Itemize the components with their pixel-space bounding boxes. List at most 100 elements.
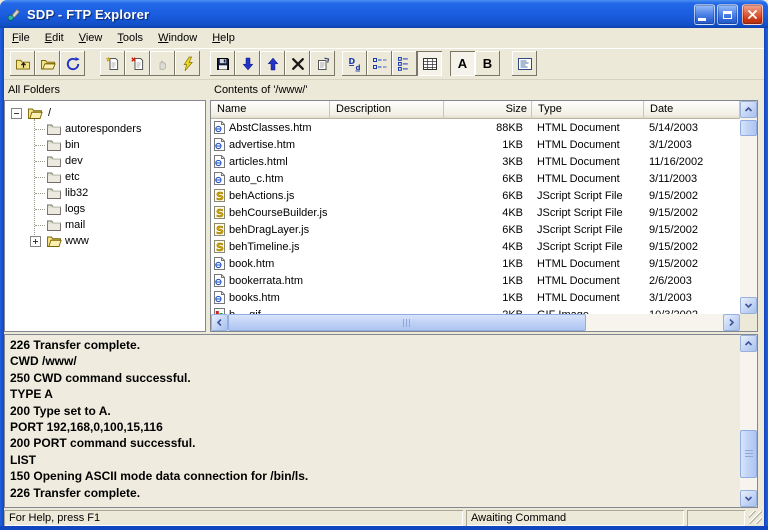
- file-date: 5/14/2003: [644, 122, 740, 134]
- file-name: behCourseBuilder.js: [229, 207, 327, 219]
- column-header-type[interactable]: Type: [532, 101, 644, 119]
- minimize-icon: [698, 18, 706, 21]
- file-row[interactable]: SbehTimeline.js4KBJScript Script File9/1…: [211, 238, 740, 255]
- column-header-size[interactable]: Size: [444, 101, 532, 119]
- upload-button[interactable]: [260, 51, 285, 76]
- vertical-scroll-thumb[interactable]: [740, 120, 757, 136]
- save-button[interactable]: [210, 51, 235, 76]
- menu-tools[interactable]: Tools: [110, 30, 150, 46]
- file-size: 1KB: [444, 139, 532, 151]
- horizontal-scroll-thumb[interactable]: [228, 314, 586, 331]
- column-header-description[interactable]: Description: [330, 101, 444, 119]
- js-file-icon: S: [213, 205, 226, 220]
- new-file-button[interactable]: [100, 51, 125, 76]
- delete-button[interactable]: [285, 51, 310, 76]
- binary-mode-label: B: [483, 56, 492, 71]
- close-button[interactable]: [742, 4, 763, 25]
- maximize-button[interactable]: [717, 4, 738, 25]
- file-row[interactable]: b….gif2KBGIF Image10/3/2002: [211, 306, 740, 314]
- log-vertical-scrollbar[interactable]: [740, 335, 757, 507]
- column-header-name[interactable]: Name: [211, 101, 330, 119]
- file-row[interactable]: AbstClasses.htm88KBHTML Document5/14/200…: [211, 119, 740, 136]
- details-view-button[interactable]: [417, 51, 442, 76]
- small-icons-view-button[interactable]: [367, 51, 392, 76]
- file-list-horizontal-scrollbar[interactable]: [211, 314, 740, 331]
- file-date: 3/1/2003: [644, 139, 740, 151]
- file-rows: AbstClasses.htm88KBHTML Document5/14/200…: [211, 119, 740, 314]
- log-line: PORT 192,168,0,100,15,116: [10, 419, 736, 435]
- log-scroll-thumb[interactable]: [740, 430, 757, 478]
- chevron-left-icon: [214, 317, 225, 328]
- scrollbar-corner: [740, 314, 757, 331]
- log-window-icon: [517, 56, 533, 72]
- properties-icon: [315, 56, 331, 72]
- stop-transfer-button[interactable]: [150, 51, 175, 76]
- ascii-mode-button[interactable]: A: [450, 51, 475, 76]
- download-button[interactable]: [235, 51, 260, 76]
- file-row[interactable]: advertise.htm1KBHTML Document3/1/2003: [211, 136, 740, 153]
- thumb-grip: [403, 319, 411, 327]
- file-row[interactable]: SbehActions.js6KBJScript Script File9/15…: [211, 187, 740, 204]
- window-border-bottom: [0, 526, 768, 530]
- log-window-button[interactable]: [512, 51, 537, 76]
- tree-item-www[interactable]: www: [5, 233, 205, 249]
- expand-toggle[interactable]: [30, 236, 41, 247]
- quick-connect-button[interactable]: [175, 51, 200, 76]
- large-icons-view-button[interactable]: Dd: [342, 51, 367, 76]
- log-line: 150 Opening ASCII mode data connection f…: [10, 468, 736, 484]
- file-list-vertical-scrollbar[interactable]: [740, 101, 757, 314]
- file-row[interactable]: SbehCourseBuilder.js4KBJScript Script Fi…: [211, 204, 740, 221]
- window-border-left: [0, 28, 4, 530]
- tree-connector: [35, 193, 45, 194]
- delete-file-button[interactable]: [125, 51, 150, 76]
- js-file-icon: S: [213, 188, 226, 203]
- binary-mode-button[interactable]: B: [475, 51, 500, 76]
- file-size: 1KB: [444, 258, 532, 270]
- html-file-icon: [213, 171, 226, 186]
- file-row[interactable]: SbehDragLayer.js6KBJScript Script File9/…: [211, 221, 740, 238]
- file-row[interactable]: bookerrata.htm1KBHTML Document2/6/2003: [211, 272, 740, 289]
- open-connection-button[interactable]: [35, 51, 60, 76]
- menu-help[interactable]: Help: [205, 30, 242, 46]
- file-row[interactable]: auto_c.htm6KBHTML Document3/11/2003: [211, 170, 740, 187]
- log-scroll-up-button[interactable]: [740, 335, 757, 352]
- tree-item-label: dev: [65, 154, 83, 168]
- html-file-icon: [213, 256, 226, 271]
- tree-item-root[interactable]: /: [5, 105, 205, 121]
- file-date: 9/15/2002: [644, 258, 740, 270]
- menu-window[interactable]: Window: [151, 30, 204, 46]
- file-delete-icon: [130, 56, 146, 72]
- log-scroll-down-button[interactable]: [740, 490, 757, 507]
- scroll-down-button[interactable]: [740, 297, 757, 314]
- refresh-button[interactable]: [60, 51, 85, 76]
- up-directory-button[interactable]: [10, 51, 35, 76]
- tree-item-label: /: [48, 106, 51, 120]
- menu-file[interactable]: File: [5, 30, 37, 46]
- scroll-right-button[interactable]: [723, 314, 740, 331]
- chevron-right-icon: [726, 317, 737, 328]
- menu-edit[interactable]: Edit: [38, 30, 71, 46]
- column-header-date[interactable]: Date: [644, 101, 740, 119]
- file-type: JScript Script File: [532, 190, 644, 202]
- view-list-icon: [397, 56, 413, 72]
- file-date: 9/15/2002: [644, 224, 740, 236]
- status-extra-pane: [687, 510, 745, 526]
- file-row[interactable]: articles.html3KBHTML Document11/16/2002: [211, 153, 740, 170]
- view-small-icon: [372, 56, 388, 72]
- file-name: behActions.js: [229, 190, 294, 202]
- app-window: SDP - FTP Explorer FileEditViewToolsWind…: [0, 0, 768, 530]
- file-row[interactable]: book.htm1KBHTML Document9/15/2002: [211, 255, 740, 272]
- properties-button[interactable]: [310, 51, 335, 76]
- view-large-icon: Dd: [347, 56, 363, 72]
- minimize-button[interactable]: [694, 4, 715, 25]
- log-line: LIST: [10, 452, 736, 468]
- scroll-left-button[interactable]: [211, 314, 228, 331]
- collapse-toggle[interactable]: [11, 108, 22, 119]
- resize-grip[interactable]: [749, 511, 762, 524]
- scroll-up-button[interactable]: [740, 101, 757, 118]
- menu-view[interactable]: View: [72, 30, 110, 46]
- file-row[interactable]: books.htm1KBHTML Document3/1/2003: [211, 289, 740, 306]
- file-type: JScript Script File: [532, 224, 644, 236]
- list-view-button[interactable]: [392, 51, 417, 76]
- refresh-icon: [65, 56, 81, 72]
